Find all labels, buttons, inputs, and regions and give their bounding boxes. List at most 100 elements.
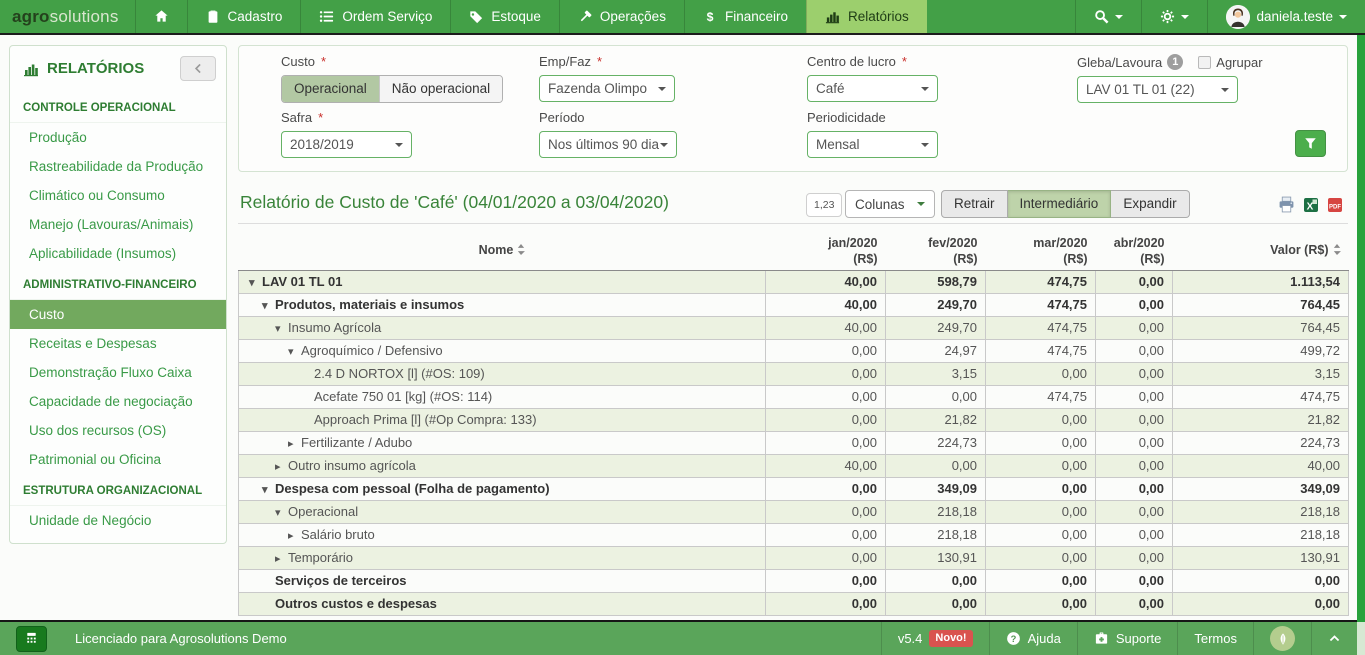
empfaz-select[interactable]: Fazenda Olimpo: [539, 75, 675, 102]
settings-menu-button[interactable]: [1141, 0, 1207, 33]
row-label: Salário bruto: [301, 527, 375, 542]
expand-arrow-icon[interactable]: ▸: [275, 552, 288, 565]
table-row[interactable]: ▸Temporário0,00130,910,000,00130,91: [239, 546, 1349, 569]
nav-item-cadastro[interactable]: Cadastro: [187, 0, 301, 33]
vertical-scrollbar-thumb[interactable]: [1357, 35, 1365, 622]
collapse-arrow-icon[interactable]: ▾: [275, 506, 288, 519]
sidebar-item-unidade-de-neg-cio[interactable]: Unidade de Negócio: [10, 506, 226, 535]
table-row[interactable]: ▸Outro insumo agrícola40,000,000,000,004…: [239, 454, 1349, 477]
table-row[interactable]: Approach Prima [l] (#Op Compra: 133)0,00…: [239, 408, 1349, 431]
expand-arrow-icon[interactable]: ▸: [275, 460, 288, 473]
cell-value: 0,00: [766, 431, 886, 454]
safra-select[interactable]: 2018/2019: [281, 131, 412, 158]
expand-arrow-icon[interactable]: ▸: [288, 529, 301, 542]
nav-item-ordem-servico[interactable]: Ordem Serviço: [300, 0, 450, 33]
column-header-nome[interactable]: Nome: [239, 232, 766, 270]
cell-value: 0,00: [986, 592, 1096, 615]
table-row[interactable]: ▾Insumo Agrícola40,00249,70474,750,00764…: [239, 316, 1349, 339]
table-row[interactable]: ▾Agroquímico / Defensivo0,0024,97474,750…: [239, 339, 1349, 362]
ajuda-link[interactable]: ? Ajuda: [989, 622, 1077, 655]
collapse-arrow-icon[interactable]: ▾: [262, 299, 275, 312]
table-row[interactable]: 2.4 D NORTOX [l] (#OS: 109)0,003,150,000…: [239, 362, 1349, 385]
expand-arrow-icon[interactable]: ▸: [288, 437, 301, 450]
collapse-arrow-icon[interactable]: ▾: [288, 345, 301, 358]
gleba-select[interactable]: LAV 01 TL 01 (22): [1077, 76, 1238, 103]
sidebar-item-produ-o[interactable]: Produção: [10, 123, 226, 152]
intermediario-button[interactable]: Intermediário: [1008, 190, 1112, 218]
svg-text:PDF: PDF: [1329, 204, 1341, 210]
cell-value: 24,97: [886, 339, 986, 362]
cell-name: Approach Prima [l] (#Op Compra: 133): [239, 408, 766, 431]
avatar: [1226, 5, 1250, 29]
nav-item-financeiro[interactable]: $Financeiro: [684, 0, 806, 33]
sidebar-item-patrimonial-ou-oficina[interactable]: Patrimonial ou Oficina: [10, 445, 226, 474]
calculator-button[interactable]: [16, 626, 47, 652]
excel-export-icon[interactable]: X: [1303, 197, 1319, 213]
sidebar-collapse-button[interactable]: [180, 56, 216, 81]
printer-icon[interactable]: [1278, 196, 1295, 213]
collapse-arrow-icon[interactable]: ▾: [249, 276, 262, 289]
termos-link[interactable]: Termos: [1177, 622, 1253, 655]
table-row[interactable]: Outros custos e despesas0,000,000,000,00…: [239, 592, 1349, 615]
cell-value: 218,18: [1173, 500, 1349, 523]
sidebar-item-manejo-lavouras-animais-[interactable]: Manejo (Lavouras/Animais): [10, 210, 226, 239]
collapse-arrow-icon[interactable]: ▾: [275, 322, 288, 335]
collapse-arrow-icon[interactable]: ▾: [262, 483, 275, 496]
row-label: Agroquímico / Defensivo: [301, 343, 443, 358]
column-header-month: mar/2020(R$): [986, 232, 1096, 270]
main-menu: CadastroOrdem ServiçoEstoqueOperações$Fi…: [135, 0, 927, 33]
retrair-button[interactable]: Retrair: [941, 190, 1008, 218]
table-row[interactable]: ▾Produtos, materiais e insumos40,00249,7…: [239, 293, 1349, 316]
periodicidade-select[interactable]: Mensal: [807, 131, 938, 158]
nav-item-operacoes[interactable]: Operações: [559, 0, 684, 33]
termos-label: Termos: [1194, 631, 1237, 646]
colunas-dropdown[interactable]: Colunas: [845, 190, 935, 218]
suporte-link[interactable]: Suporte: [1077, 622, 1178, 655]
table-row[interactable]: ▾Despesa com pessoal (Folha de pagamento…: [239, 477, 1349, 500]
centro-lucro-select[interactable]: Café: [807, 75, 938, 102]
table-row[interactable]: Serviços de terceiros0,000,000,000,000,0…: [239, 569, 1349, 592]
cell-value: 474,75: [986, 339, 1096, 362]
sidebar-item-clim-tico-ou-consumo[interactable]: Climático ou Consumo: [10, 181, 226, 210]
sidebar-title: RELATÓRIOS: [47, 60, 180, 77]
apply-filter-button[interactable]: [1295, 130, 1326, 157]
nav-item-relatorios[interactable]: Relatórios: [806, 0, 927, 33]
row-label: Serviços de terceiros: [275, 573, 407, 588]
eco-item[interactable]: [1253, 622, 1311, 655]
search-menu-button[interactable]: [1075, 0, 1141, 33]
row-label: LAV 01 TL 01: [262, 274, 342, 289]
pdf-export-icon[interactable]: PDF: [1327, 197, 1343, 213]
sidebar-item-rastreabilidade-da-produ-o[interactable]: Rastreabilidade da Produção: [10, 152, 226, 181]
leaf-icon: [1270, 626, 1295, 651]
table-row[interactable]: ▾LAV 01 TL 0140,00598,79474,750,001.113,…: [239, 270, 1349, 293]
nav-item-home[interactable]: [135, 0, 187, 33]
sidebar-header: RELATÓRIOS: [10, 46, 226, 91]
custo-nao-operacional-button[interactable]: Não operacional: [379, 76, 502, 102]
version-item[interactable]: v5.4 Novo!: [881, 622, 989, 655]
custo-operacional-button[interactable]: Operacional: [282, 76, 379, 102]
column-header-valor[interactable]: Valor (R$): [1173, 232, 1349, 270]
sidebar-item-capacidade-de-negocia-o[interactable]: Capacidade de negociação: [10, 387, 226, 416]
cell-value: 0,00: [1096, 500, 1173, 523]
home-icon: [154, 9, 169, 24]
sidebar-item-aplicabilidade-insumos-[interactable]: Aplicabilidade (Insumos): [10, 239, 226, 268]
sidebar-item-uso-dos-recursos-os-[interactable]: Uso dos recursos (OS): [10, 416, 226, 445]
gleba-count-badge: 1: [1167, 54, 1183, 70]
table-row[interactable]: ▸Salário bruto0,00218,180,000,00218,18: [239, 523, 1349, 546]
expandir-button[interactable]: Expandir: [1111, 190, 1189, 218]
nav-item-estoque[interactable]: Estoque: [450, 0, 559, 33]
app-logo[interactable]: agrosolutions: [0, 0, 135, 33]
sidebar-item-demonstra-o-fluxo-caixa[interactable]: Demonstração Fluxo Caixa: [10, 358, 226, 387]
table-row[interactable]: Acefate 750 01 [kg] (#OS: 114)0,000,0047…: [239, 385, 1349, 408]
table-row[interactable]: ▾Operacional0,00218,180,000,00218,18: [239, 500, 1349, 523]
collapse-footer-button[interactable]: [1311, 622, 1357, 655]
cell-name: 2.4 D NORTOX [l] (#OS: 109): [239, 362, 766, 385]
user-menu-button[interactable]: daniela.teste: [1207, 0, 1365, 33]
decimal-format-button[interactable]: 1,23: [806, 193, 842, 217]
periodo-dropdown[interactable]: Nos últimos 90 dia: [539, 131, 677, 158]
sidebar-item-custo[interactable]: Custo: [10, 300, 226, 329]
agrupar-checkbox[interactable]: [1198, 56, 1211, 69]
sidebar-item-receitas-e-despesas[interactable]: Receitas e Despesas: [10, 329, 226, 358]
cell-value: 0,00: [886, 454, 986, 477]
table-row[interactable]: ▸Fertilizante / Adubo0,00224,730,000,002…: [239, 431, 1349, 454]
